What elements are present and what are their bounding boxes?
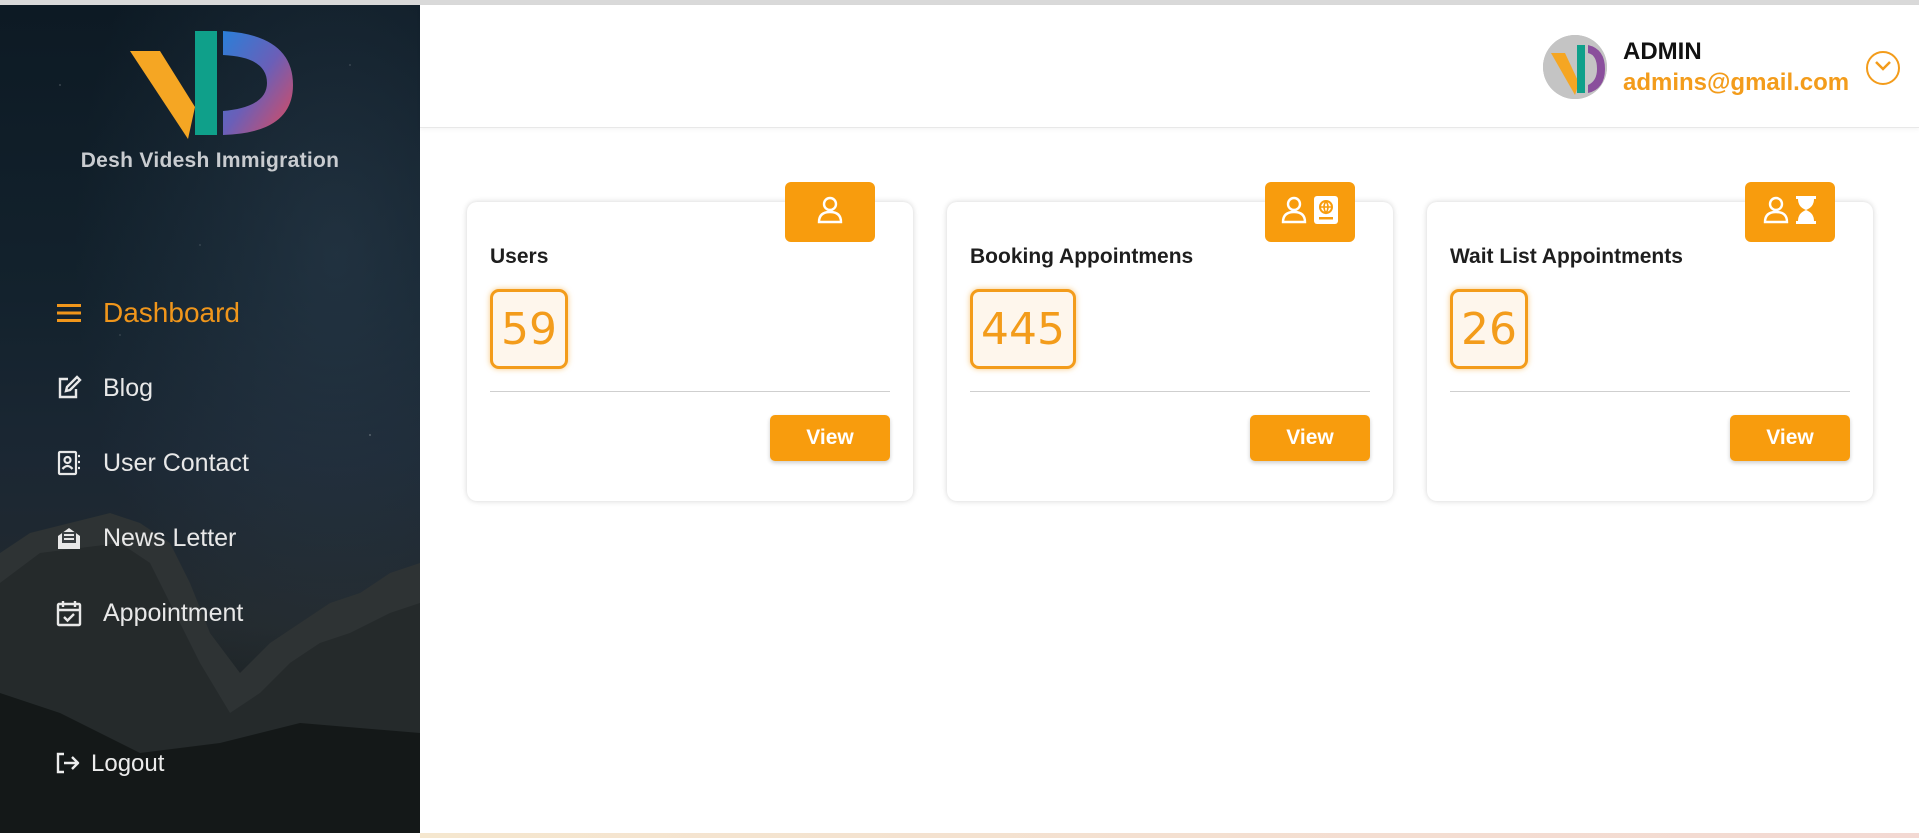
card-title: Wait List Appointments — [1450, 245, 1683, 268]
logout-label: Logout — [91, 750, 165, 777]
card-divider — [970, 391, 1370, 392]
users-card: Users 59 View — [467, 182, 913, 501]
bottom-border — [420, 833, 1919, 838]
user-email: admins@gmail.com — [1623, 69, 1850, 96]
card-badge — [1265, 182, 1355, 242]
passport-icon — [1313, 195, 1339, 230]
hamburger-icon — [55, 299, 83, 327]
wait-list-view-button[interactable]: View — [1730, 415, 1850, 461]
sidebar-item-appointment[interactable]: Appointment — [55, 595, 249, 631]
user-name: ADMIN — [1623, 38, 1702, 65]
wait-list-appointments-card: Wait List Appointments 26 View — [1427, 182, 1873, 501]
card-divider — [490, 391, 890, 392]
user-icon — [817, 196, 843, 229]
hourglass-icon — [1795, 195, 1817, 230]
card-count: 445 — [970, 289, 1076, 369]
sidebar-item-blog[interactable]: Blog — [55, 370, 249, 406]
card-count: 59 — [490, 289, 568, 369]
sidebar-item-label: News Letter — [103, 523, 237, 552]
calendar-check-icon — [55, 599, 83, 627]
card-badge — [785, 182, 875, 242]
sidebar-item-label: Dashboard — [103, 297, 240, 328]
sidebar-item-news-letter[interactable]: News Letter — [55, 520, 249, 556]
avatar[interactable] — [1543, 35, 1607, 99]
newsletter-icon — [55, 524, 83, 552]
sidebar-item-label: Appointment — [103, 598, 244, 627]
card-title: Booking Appointmens — [970, 245, 1194, 268]
card-divider — [1450, 391, 1850, 392]
card-title: Users — [490, 245, 549, 268]
logout-button[interactable]: Logout — [55, 750, 164, 778]
card-badge — [1745, 182, 1835, 242]
brand-logo — [130, 31, 293, 139]
sidebar-item-dashboard[interactable]: Dashboard — [55, 295, 249, 331]
booking-appointments-card: Booking Appointmens 445 View — [947, 182, 1393, 501]
sidebar-item-label: User Contact — [103, 448, 249, 477]
profile-dropdown-button[interactable] — [1866, 51, 1900, 85]
users-view-button[interactable]: View — [770, 415, 890, 461]
user-icon — [1763, 196, 1789, 229]
sidebar: Desh Videsh Immigration Dashboard Blog U… — [0, 5, 420, 833]
booking-view-button[interactable]: View — [1250, 415, 1370, 461]
sidebar-item-user-contact[interactable]: User Contact — [55, 445, 249, 481]
user-icon — [1281, 196, 1307, 229]
card-count: 26 — [1450, 289, 1528, 369]
sidebar-item-label: Blog — [103, 373, 154, 402]
app-root: Desh Videsh Immigration Dashboard Blog U… — [0, 0, 1919, 838]
edit-icon — [55, 374, 83, 402]
contact-book-icon — [55, 449, 83, 477]
brand-name: Desh Videsh Immigration — [80, 149, 340, 172]
chevron-down-icon — [1874, 59, 1892, 77]
logout-icon — [55, 751, 81, 777]
sidebar-nav: Dashboard Blog User Contact News Letter — [55, 295, 249, 670]
top-header — [420, 5, 1919, 128]
